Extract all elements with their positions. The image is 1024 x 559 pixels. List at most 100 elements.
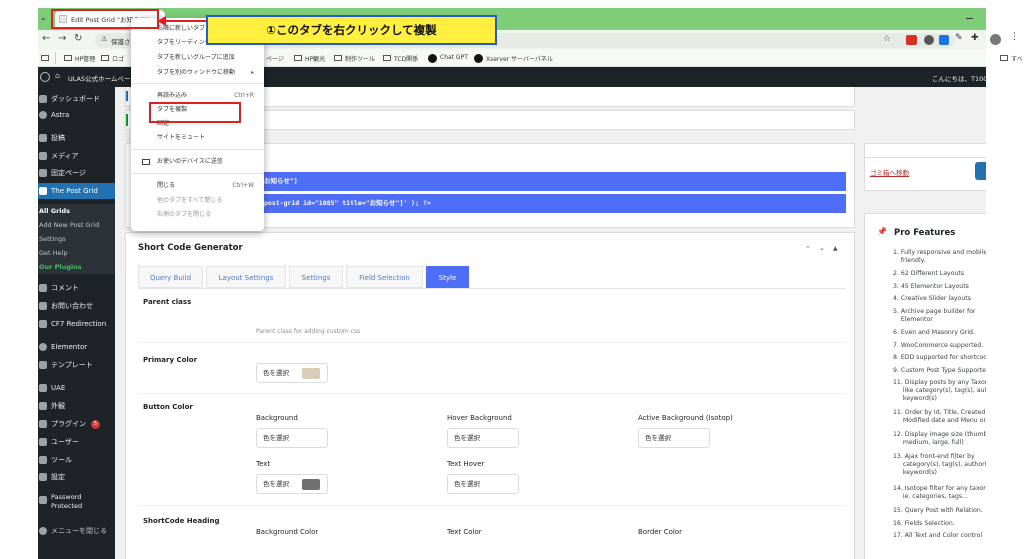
sidebar-item-astra[interactable]: Astra [38, 107, 115, 123]
puzzle-icon[interactable]: ✚ [971, 33, 979, 43]
window-minimize-icon[interactable] [966, 18, 973, 19]
menu-item-close[interactable]: 閉じる Ctrl+W [131, 180, 264, 192]
pro-feature-item: 11. Display posts by any Taxonomy like c… [893, 379, 986, 402]
screenshot: ⌄ Edit Post Grid "お知らせ" ... ← → ↻ ⚠ 保護され… [0, 0, 1024, 559]
menu-item-move-to-window[interactable]: タブを別のウィンドウに移動 ▸ [131, 67, 264, 79]
extension-icon[interactable] [906, 35, 917, 45]
submenu-item-add-new[interactable]: Add New Post Grid [38, 218, 115, 232]
sidebar-item-comments[interactable]: コメント [38, 280, 115, 296]
menu-item-reload[interactable]: 再読み込み Ctrl+R [131, 90, 264, 102]
menu-item-close-tabs-right[interactable]: 右側のタブを閉じる [131, 209, 264, 221]
sidebar-item-dashboard[interactable]: ダッシュボード [38, 91, 115, 107]
xserver-icon[interactable] [474, 54, 483, 63]
tab-query-build[interactable]: Query Build [138, 266, 203, 288]
admin-bar-site-name[interactable]: ULAS公式ホームペー [68, 73, 130, 83]
sidebar-item-posts[interactable]: 投稿 [38, 130, 115, 146]
extension-icon[interactable] [924, 35, 934, 45]
sidebar-item-password-protected[interactable]: Password Protected [38, 493, 115, 515]
menu-item-close-other-tabs[interactable]: 他のタブをすべて閉じる [131, 195, 264, 207]
trash-link[interactable]: ゴミ箱へ移動 [870, 167, 909, 177]
sidebar-item-settings[interactable]: 設定 [38, 469, 115, 485]
reload-icon[interactable]: ↻ [74, 33, 82, 44]
background-color-picker[interactable]: 色を選択 [256, 428, 328, 448]
collapse-menu-button[interactable]: メニューを閉じる [38, 523, 115, 539]
bookmark-folder-icon[interactable] [41, 55, 49, 61]
bookmark-star-icon[interactable]: ☆ [883, 34, 891, 44]
bookmark-item[interactable]: すべ [1011, 54, 1023, 63]
update-button[interactable] [975, 162, 986, 180]
callout-box: ①このタブを右クリックして複製 [206, 15, 497, 45]
active-background-color-picker[interactable]: 色を選択 [638, 428, 710, 448]
sidebar-item-cf7-redirection[interactable]: CF7 Redirection [38, 316, 115, 332]
admin-bar-greeting[interactable]: こんにちは、T100 [932, 73, 986, 83]
menu-item-send-to-device[interactable]: お使いのデバイスに送信 [131, 156, 264, 168]
comment-icon [39, 284, 47, 292]
submenu-arrow-icon: ▸ [250, 69, 254, 76]
bookmark-folder-icon[interactable] [334, 55, 342, 61]
pro-feature-item: 4. Creative Slider layouts [893, 295, 971, 302]
primary-color-picker[interactable]: 色を選択 [256, 363, 328, 383]
bookmark-folder-icon[interactable] [294, 55, 302, 61]
sidebar-item-pages[interactable]: 固定ページ [38, 165, 115, 181]
sidebar-item-contact[interactable]: お問い合わせ [38, 298, 115, 314]
extension-icon[interactable] [939, 35, 949, 45]
bookmark-folder-icon[interactable] [1000, 55, 1008, 61]
pen-icon[interactable]: ✎ [955, 33, 963, 43]
bookmark-item[interactable]: HP管理 [75, 54, 95, 63]
wrench-icon [39, 456, 47, 464]
submenu-item-settings[interactable]: Settings [38, 232, 115, 246]
sidebar-item-media[interactable]: メディア [38, 148, 115, 164]
bookmark-folder-icon[interactable] [101, 55, 109, 61]
tab-style[interactable]: Style [426, 266, 469, 288]
tab-field-selection[interactable]: Field Selection [346, 266, 423, 288]
bookmark-folder-icon[interactable] [383, 55, 391, 61]
tab-layout-settings[interactable]: Layout Settings [206, 266, 286, 288]
collapse-panel-icon[interactable]: ▲ [833, 245, 838, 252]
bookmark-item[interactable]: Chat GPT [440, 54, 468, 61]
sidebar-item-uae[interactable]: UAE [38, 380, 115, 396]
sidebar-item-label: メニューを閉じる [51, 527, 107, 535]
hover-background-color-picker[interactable]: 色を選択 [447, 428, 519, 448]
submenu-item-all-grids[interactable]: All Grids [38, 204, 115, 218]
tab-settings[interactable]: Settings [289, 266, 343, 288]
forward-icon[interactable]: → [58, 33, 66, 44]
back-icon[interactable]: ← [42, 33, 50, 44]
submenu-item-our-plugins[interactable]: Our Plugins [38, 260, 115, 274]
sidebar-item-post-grid[interactable]: The Post Grid [38, 183, 115, 199]
menu-item-add-to-group[interactable]: タブを新しいグループに追加 [131, 52, 264, 64]
wordpress-logo-icon[interactable] [40, 72, 50, 82]
select-color-label: 色を選択 [263, 434, 289, 442]
home-icon[interactable]: ⌂ [55, 71, 60, 80]
sidebar-item-templates[interactable]: テンプレート [38, 357, 115, 373]
bookmark-item[interactable]: TCD関係 [394, 54, 418, 63]
bookmark-item[interactable]: 制作ツール [345, 54, 375, 63]
bookmark-item[interactable]: HP観光 [305, 54, 325, 63]
callout-arrow [157, 16, 207, 26]
button-color-label: Button Color [143, 403, 193, 411]
page-icon [39, 169, 47, 177]
text-color-picker[interactable]: 色を選択 [256, 474, 328, 494]
sidebar-item-elementor[interactable]: Elementor [38, 339, 115, 355]
sidebar-item-label: 外観 [51, 402, 65, 410]
security-warning-icon[interactable]: ⚠ [101, 35, 107, 43]
chatgpt-icon[interactable] [428, 54, 437, 63]
bookmark-folder-icon[interactable] [64, 55, 72, 61]
chevron-down-icon[interactable]: ⌄ [819, 244, 825, 252]
sidebar-item-appearance[interactable]: 外観 [38, 398, 115, 414]
menu-item-mute-site[interactable]: サイトをミュート [131, 132, 264, 144]
text-hover-color-picker[interactable]: 色を選択 [447, 474, 519, 494]
sidebar-item-users[interactable]: ユーザー [38, 434, 115, 450]
profile-icon[interactable] [990, 34, 1001, 45]
bookmark-item[interactable]: ページ [266, 54, 284, 63]
bookmark-item[interactable]: ロゴ [112, 54, 124, 63]
device-icon [142, 159, 150, 165]
submenu-item-get-help[interactable]: Get Help [38, 246, 115, 260]
menu-item-label: 閉じる [157, 182, 176, 189]
bookmark-item[interactable]: Xserver サーバーパネル [486, 54, 553, 63]
more-options-icon[interactable]: ⋮ [1010, 32, 1019, 42]
chevron-up-icon[interactable]: ⌃ [805, 245, 811, 253]
tab-list-icon[interactable]: ⌄ [40, 13, 47, 22]
menu-separator [131, 149, 264, 150]
sidebar-item-plugins[interactable]: プラグイン 5 [38, 416, 115, 432]
sidebar-item-tools[interactable]: ツール [38, 452, 115, 468]
